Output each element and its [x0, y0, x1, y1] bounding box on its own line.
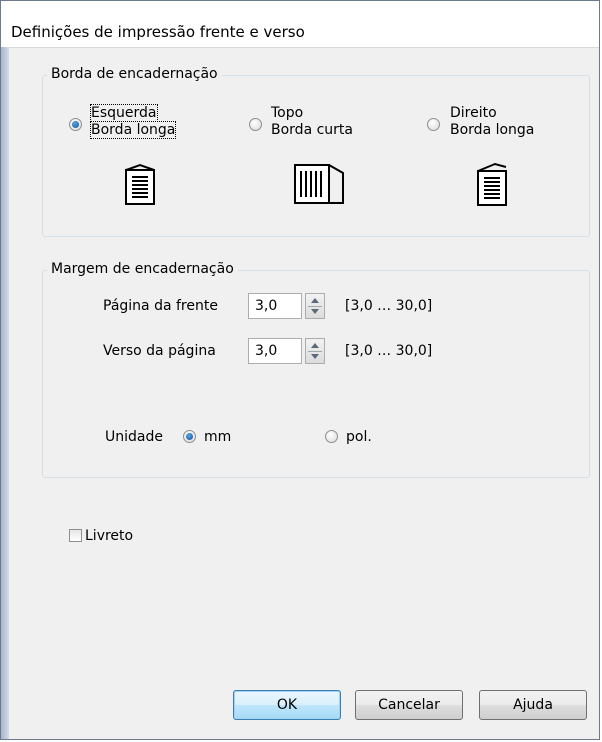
unit-pol-radio[interactable] [325, 430, 338, 443]
help-button[interactable]: Ajuda [479, 690, 587, 720]
back-page-range: [3,0 … 30,0] [345, 343, 433, 359]
window-title: Definições de impressão frente e verso [11, 23, 305, 41]
booklet-checkbox[interactable] [69, 529, 82, 542]
title-bar: Definições de impressão frente e verso [1, 1, 599, 48]
front-page-label: Página da frente [103, 298, 218, 314]
back-page-spin-button[interactable] [305, 338, 325, 364]
front-page-margin-value: 3,0 [255, 298, 278, 314]
spin-divider [308, 306, 322, 307]
right-long-edge-label-1[interactable]: Direito [450, 105, 497, 121]
back-page-margin-value: 3,0 [255, 343, 278, 359]
left-long-edge-label-2[interactable]: Borda longa [89, 121, 177, 139]
spin-up-icon[interactable] [311, 298, 319, 303]
cancel-button[interactable]: Cancelar [355, 690, 463, 720]
spin-down-icon[interactable] [311, 309, 319, 314]
top-short-edge-radio[interactable] [249, 118, 262, 131]
top-short-edge-label-2[interactable]: Borda curta [271, 122, 353, 138]
right-long-edge-label-2[interactable]: Borda longa [450, 122, 534, 138]
portrait-page-left-binding-icon [125, 163, 155, 205]
unit-mm-radio[interactable] [183, 430, 196, 443]
binding-edge-group [42, 75, 590, 237]
binding-edge-legend: Borda de encadernação [47, 66, 222, 82]
portrait-page-right-binding-icon [477, 162, 507, 206]
landscape-page-top-binding-icon [294, 164, 344, 204]
window-border [1, 47, 9, 739]
duplex-settings-dialog: Definições de impressão frente e verso B… [0, 0, 600, 740]
spin-divider [308, 351, 322, 352]
unit-pol-label[interactable]: pol. [346, 429, 372, 445]
front-page-range: [3,0 … 30,0] [345, 298, 433, 314]
unit-mm-label[interactable]: mm [204, 429, 231, 445]
back-page-label: Verso da página [103, 343, 216, 359]
left-long-edge-radio[interactable] [69, 118, 82, 131]
booklet-label[interactable]: Livreto [85, 528, 133, 544]
ok-button[interactable]: OK [233, 690, 341, 720]
back-page-margin-input[interactable]: 3,0 [248, 338, 302, 364]
spin-down-icon[interactable] [311, 354, 319, 359]
binding-margin-legend: Margem de encadernação [47, 261, 238, 277]
spin-up-icon[interactable] [311, 343, 319, 348]
unit-label: Unidade [105, 429, 163, 445]
top-short-edge-label-1[interactable]: Topo [271, 105, 303, 121]
right-long-edge-radio[interactable] [427, 118, 440, 131]
front-page-spin-button[interactable] [305, 293, 325, 319]
left-long-edge-label-1[interactable]: Esquerda [90, 104, 158, 122]
front-page-margin-input[interactable]: 3,0 [248, 293, 302, 319]
